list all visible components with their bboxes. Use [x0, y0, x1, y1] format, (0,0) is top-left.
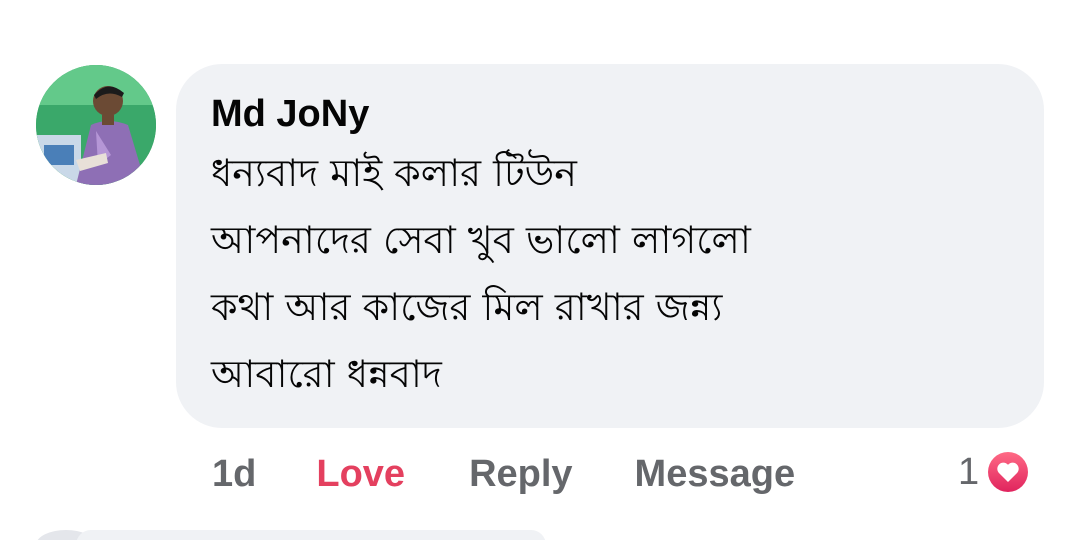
- reply-button[interactable]: Reply: [469, 453, 572, 496]
- reaction-count: 1: [958, 450, 980, 493]
- comment-text-line: ধন্যবাদ মাই কলার টিউন: [211, 151, 577, 195]
- comment-text-line: আপনাদের সেবা খুব ভালো লাগলো: [211, 218, 751, 262]
- comment-actions: 1d Love Reply Message: [212, 446, 795, 502]
- avatar[interactable]: [36, 65, 156, 185]
- profile-photo-icon: [36, 65, 156, 185]
- love-button[interactable]: Love: [316, 453, 405, 496]
- comment-text: ধন্যবাদ মাই কলার টিউন আপনাদের সেবা খুব ভ…: [211, 140, 1008, 408]
- comment-thread: Md JoNy ধন্যবাদ মাই কলার টিউন আপনাদের সে…: [0, 0, 1080, 540]
- reaction-summary[interactable]: 1: [958, 446, 1032, 498]
- comment-text-line: কথা আর কাজের মিল রাখার জন্ন্য: [211, 285, 723, 329]
- next-comment-bubble: [76, 530, 546, 540]
- comment-bubble: Md JoNy ধন্যবাদ মাই কলার টিউন আপনাদের সে…: [176, 64, 1044, 428]
- comment-author[interactable]: Md JoNy: [211, 90, 1008, 138]
- comment-timestamp[interactable]: 1d: [212, 453, 256, 496]
- message-button[interactable]: Message: [635, 453, 796, 496]
- heart-icon: [985, 449, 1032, 495]
- comment-text-line: আবারো ধন্নবাদ: [211, 352, 442, 396]
